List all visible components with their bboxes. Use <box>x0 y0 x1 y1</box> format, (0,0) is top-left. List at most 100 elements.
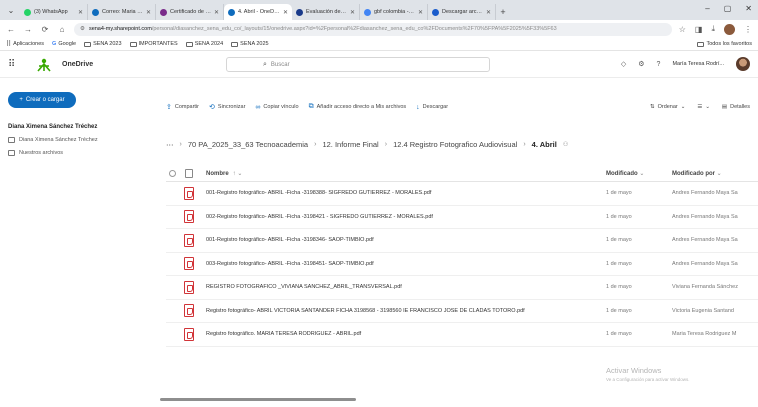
settings-gear-icon[interactable]: ⚙ <box>638 60 644 68</box>
shared-people-icon[interactable]: ⚇ <box>563 141 568 148</box>
browser-tab[interactable]: Certificado de partici✕ <box>156 4 224 20</box>
maximize-button[interactable]: ▢ <box>724 4 732 13</box>
profile-avatar[interactable] <box>724 23 735 35</box>
menu-icon[interactable]: ⋮ <box>744 25 752 34</box>
nav-item-our-files[interactable]: Nuestros archivos <box>8 150 142 156</box>
browser-tab[interactable]: (3) WhatsApp ✕ <box>20 4 88 20</box>
bookmark-folder-sena2023[interactable]: SENA 2023 <box>84 41 122 47</box>
bookmark-all-favorites[interactable]: Todos los favoritos <box>697 41 752 47</box>
minimize-button[interactable]: – <box>705 4 709 13</box>
bookmark-folder-importantes[interactable]: IMPORTANTES <box>129 41 178 47</box>
view-options-button[interactable]: ☰ ⌄ <box>697 104 710 110</box>
browser-tab[interactable]: gbf colombia - Bus✕ <box>360 4 428 20</box>
file-row[interactable]: Registro fotográfico- ABRIL VICTORIA SAN… <box>166 300 758 323</box>
chevron-down-icon: ⌄ <box>716 171 722 177</box>
modified-by-column-header[interactable]: Modificado por ⌄ <box>672 170 758 177</box>
sync-button[interactable]: ⟲ Sincronizar <box>209 103 245 111</box>
tab-close-icon[interactable]: ✕ <box>418 9 423 16</box>
browser-tab[interactable]: Descargar archivo ✕ <box>428 4 496 20</box>
file-name[interactable]: 002-Registro fotográfico- ABRIL -Ficha -… <box>200 214 606 220</box>
horizontal-scrollbar[interactable] <box>160 398 356 401</box>
site-info-icon[interactable]: ⚙ <box>80 26 85 32</box>
search-input[interactable]: ⌕ Buscar <box>226 57 490 72</box>
bookmark-apps[interactable]: ⠿ Aplicaciones <box>6 40 44 48</box>
file-row[interactable]: 001-Registro fotográfico- ABRIL -Ficha -… <box>166 229 758 253</box>
bookmark-folder-sena2024[interactable]: SENA 2024 <box>185 41 223 47</box>
close-window-button[interactable]: ✕ <box>745 4 752 13</box>
name-header-label: Nombre <box>206 170 229 177</box>
tab-title: Evaluación de Fotó <box>306 9 347 15</box>
file-row[interactable]: 002-Registro fotográfico- ABRIL -Ficha -… <box>166 206 758 229</box>
bookmark-label: Google <box>58 41 77 47</box>
file-type-header[interactable] <box>178 169 200 178</box>
pdf-file-icon <box>184 327 194 341</box>
reading-list-icon[interactable]: ◨ <box>695 25 703 34</box>
app-launcher-icon[interactable]: ⠿ <box>8 59 22 70</box>
modified-column-header[interactable]: Modificado ⌄ <box>606 170 672 177</box>
list-view-icon: ☰ <box>697 104 703 110</box>
breadcrumb-item[interactable]: 12.4 Registro Fotografico Audiovisual <box>393 140 517 149</box>
tab-close-icon[interactable]: ✕ <box>214 9 219 16</box>
address-bar[interactable]: ⚙ sena4-my.sharepoint.com /personal/dias… <box>74 22 672 36</box>
sort-label: Ordenar <box>657 104 678 110</box>
download-button[interactable]: ↓ Descargar <box>416 104 448 111</box>
tab-close-icon[interactable]: ✕ <box>486 9 491 16</box>
tab-close-icon[interactable]: ✕ <box>78 9 83 16</box>
watermark-subtitle: Ve a Configuración para activar Windows. <box>606 377 690 382</box>
file-type-cell <box>178 257 200 271</box>
new-tab-button[interactable]: + <box>496 4 510 20</box>
file-type-cell <box>178 304 200 318</box>
nav-item-owner-files[interactable]: Diana Ximena Sánchez Tréchez <box>8 137 142 143</box>
back-icon[interactable]: ← <box>6 25 16 34</box>
pdf-file-icon <box>184 280 194 294</box>
browser-tab[interactable]: Evaluación de Fotó✕ <box>292 4 360 20</box>
bookmark-folder-sena2025[interactable]: SENA 2025 <box>231 41 269 47</box>
tab-close-icon[interactable]: ✕ <box>146 9 151 16</box>
toolbar-right: ☆ ◨ ⤓ ⋮ <box>679 23 752 35</box>
file-name[interactable]: 003-Registro fotográfico- ABRIL -Ficha -… <box>200 261 606 267</box>
reload-icon[interactable]: ⟳ <box>40 25 50 34</box>
account-avatar[interactable] <box>736 57 750 71</box>
browser-tab[interactable]: 4. Abril - OneDrive ✕ <box>224 4 292 20</box>
tab-close-icon[interactable]: ✕ <box>283 9 288 16</box>
create-upload-button[interactable]: + Crear o cargar <box>8 92 76 108</box>
file-row[interactable]: 003-Registro fotográfico- ABRIL -Ficha -… <box>166 253 758 276</box>
tab-title: 4. Abril - OneDrive <box>238 9 280 15</box>
forward-icon[interactable]: → <box>23 25 33 34</box>
file-modified: 1 de mayo <box>606 190 632 197</box>
details-button[interactable]: ▤ Detalles <box>722 104 750 110</box>
home-icon[interactable]: ⌂ <box>57 25 67 34</box>
breadcrumb-separator-icon: › <box>384 140 388 148</box>
file-name[interactable]: Registro fotográfico. MARIA TERESA RODRI… <box>200 331 606 337</box>
file-row[interactable]: REGISTRO FOTOGRAFICO _VIVIANA SANCHEZ_AB… <box>166 276 758 300</box>
account-name[interactable]: María Teresa Rodrí... <box>672 61 724 67</box>
bookmark-google[interactable]: G Google <box>52 41 76 47</box>
file-row[interactable]: 001-Registro fotográfico- ABRIL -Ficha -… <box>166 182 758 206</box>
breadcrumb-more-icon[interactable]: ⋯ <box>166 140 174 149</box>
download-icon[interactable]: ⤓ <box>711 24 715 34</box>
name-column-header[interactable]: Nombre ↑ ⌄ <box>200 170 606 178</box>
help-icon[interactable]: ? <box>657 61 661 68</box>
share-button[interactable]: ⇪ Compartir <box>166 103 199 111</box>
copy-link-button[interactable]: ∞ Copiar vínculo <box>255 104 298 111</box>
tab-search-icon[interactable]: ⌄ <box>4 3 18 17</box>
bookmark-star-icon[interactable]: ☆ <box>679 25 686 34</box>
premium-diamond-icon[interactable]: ◇ <box>621 60 626 68</box>
tab-close-icon[interactable]: ✕ <box>350 9 355 16</box>
file-name[interactable]: REGISTRO FOTOGRAFICO _VIVIANA SANCHEZ_AB… <box>200 284 606 290</box>
file-row[interactable]: Registro fotográfico. MARIA TERESA RODRI… <box>166 323 758 347</box>
add-shortcut-button[interactable]: ⧉ Añadir acceso directo a Mis archivos <box>309 103 407 111</box>
app-name: OneDrive <box>62 61 94 68</box>
tab-title: gbf colombia - Bus <box>374 9 415 15</box>
file-name[interactable]: Registro fotográfico- ABRIL VICTORIA SAN… <box>200 308 606 314</box>
nav-item-label: Diana Ximena Sánchez Tréchez <box>19 137 98 143</box>
browser-tab[interactable]: Correo: Maria Tereo✕ <box>88 4 156 20</box>
select-all-checkbox[interactable] <box>166 170 178 177</box>
breadcrumb-item[interactable]: 12. Informe Final <box>322 140 378 149</box>
file-name[interactable]: 001-Registro fotográfico- ABRIL -Ficha -… <box>200 237 606 243</box>
breadcrumb-item[interactable]: 70 PA_2025_33_63 Tecnoacademia <box>188 140 308 149</box>
file-name[interactable]: 001-Registro fotográfico- ABRIL -Ficha -… <box>200 190 606 196</box>
tab-favicon-icon <box>432 8 439 16</box>
sort-button[interactable]: ⇅ Ordenar ⌄ <box>650 104 685 110</box>
chevron-down-icon: ⌄ <box>639 171 645 177</box>
